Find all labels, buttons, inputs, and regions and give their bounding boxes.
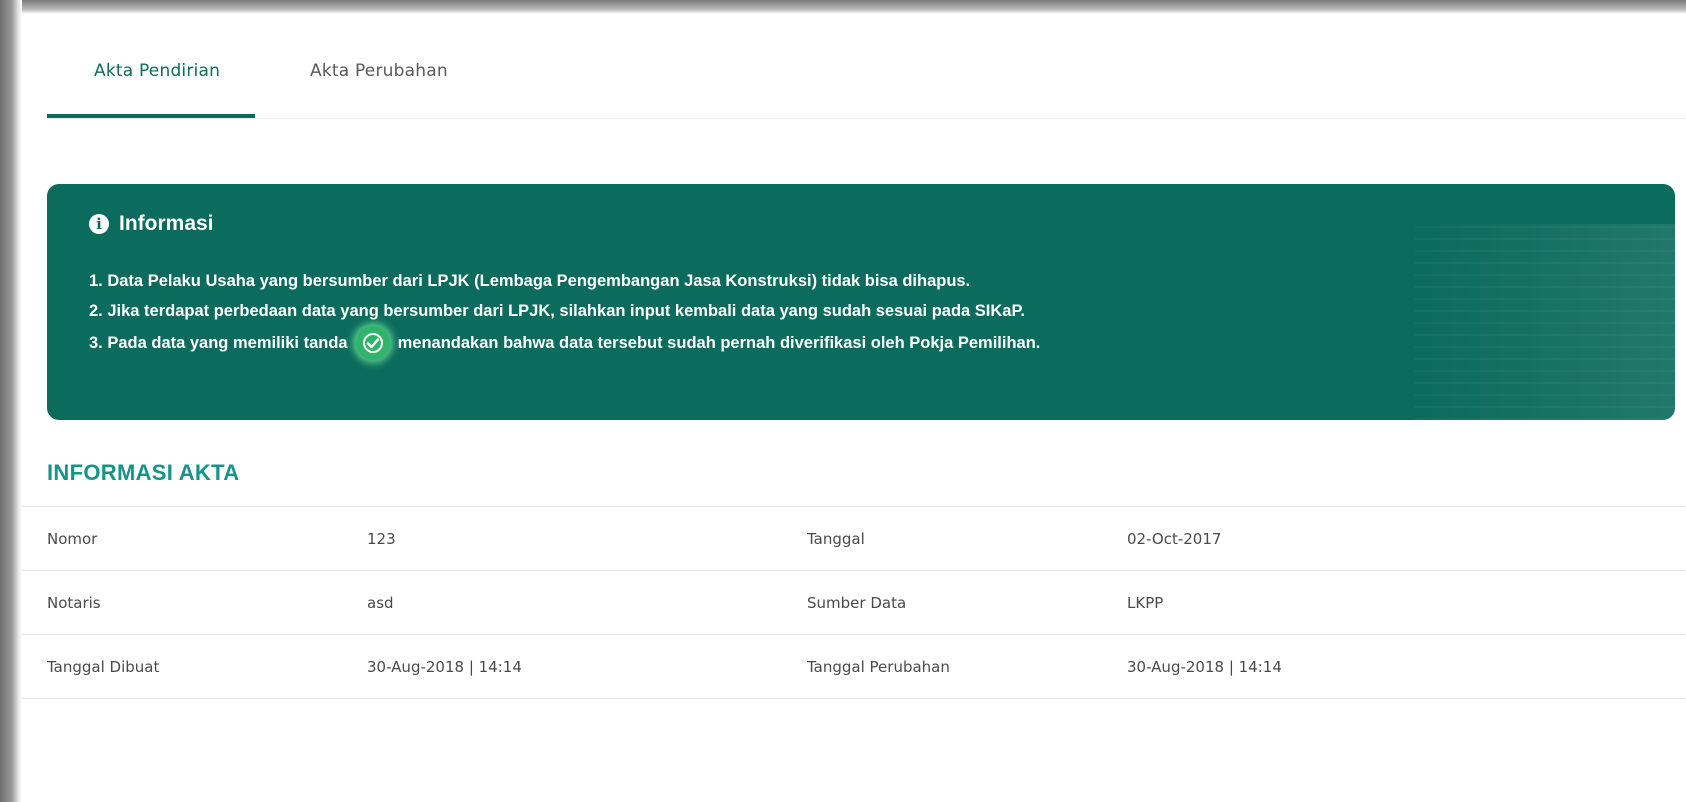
screenshot-shadow-left [0, 0, 22, 802]
row-label: Tanggal Perubahan [807, 657, 950, 676]
info-title: Informasi [119, 212, 214, 235]
screenshot-shadow-top [0, 0, 1686, 14]
active-tab-indicator [47, 114, 255, 118]
info-icon: i [89, 214, 109, 234]
verified-check-icon [355, 326, 390, 360]
table-row: Tanggal Dibuat 30-Aug-2018 | 14:14 Tangg… [22, 634, 1686, 699]
row-value: 30-Aug-2018 | 14:14 [1127, 657, 1282, 676]
page: Akta Pendirian Akta Perubahan i Informas… [22, 14, 1686, 802]
info-item-3-prefix: 3. Pada data yang memiliki tanda [89, 334, 348, 352]
row-value: 30-Aug-2018 | 14:14 [367, 657, 522, 676]
tab-akta-pendirian[interactable]: Akta Pendirian [94, 61, 220, 81]
tab-bar: Akta Pendirian Akta Perubahan [47, 14, 1686, 119]
row-value: asd [367, 593, 394, 612]
info-item-3: 3. Pada data yang memiliki tanda menanda… [89, 326, 1040, 360]
row-value: 02-Oct-2017 [1127, 529, 1222, 548]
row-label: Nomor [47, 529, 98, 548]
row-value: 123 [367, 529, 396, 548]
info-list: 1. Data Pelaku Usaha yang bersumber dari… [89, 266, 1040, 360]
info-header: i Informasi [89, 212, 214, 236]
akta-info-table: Nomor 123 Tanggal 02-Oct-2017 Notaris as… [22, 506, 1686, 699]
table-row: Notaris asd Sumber Data LKPP [22, 570, 1686, 634]
info-box: i Informasi 1. Data Pelaku Usaha yang be… [47, 184, 1675, 420]
row-label: Tanggal Dibuat [47, 657, 160, 676]
info-item-3-suffix: menandakan bahwa data tersebut sudah per… [397, 334, 1041, 352]
building-watermark [1415, 224, 1675, 420]
row-label: Notaris [47, 593, 101, 612]
table-row: Nomor 123 Tanggal 02-Oct-2017 [22, 506, 1686, 570]
row-label: Sumber Data [807, 593, 907, 612]
tab-akta-perubahan[interactable]: Akta Perubahan [310, 61, 448, 81]
info-item-1: 1. Data Pelaku Usaha yang bersumber dari… [89, 272, 971, 290]
section-title: INFORMASI AKTA [47, 460, 240, 485]
row-label: Tanggal [807, 529, 865, 548]
info-item-2: 2. Jika terdapat perbedaan data yang ber… [89, 302, 1025, 320]
row-value: LKPP [1127, 593, 1164, 612]
